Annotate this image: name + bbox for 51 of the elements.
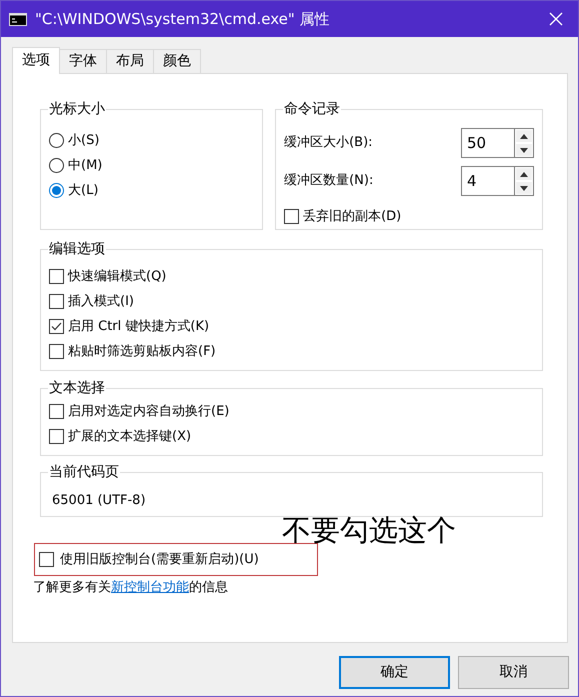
checkbox-label: 使用旧版控制台(需要重新启动)(U) [60,550,259,569]
checkbox[interactable] [49,294,64,309]
down-arrow-icon [520,148,528,152]
down-arrow-icon [520,186,528,190]
up-arrow-icon [520,134,528,138]
radio-label: 大(L) [68,182,98,200]
checkbox-label: 扩展的文本选择键(X) [68,428,192,446]
checkbox-label: 插入模式(I) [68,292,134,311]
tab[interactable]: 选项 [12,47,60,74]
radio-button[interactable] [49,183,64,198]
group-title: 编辑选项 [48,242,106,256]
spin-down-button[interactable] [516,182,532,194]
spin-up-button[interactable] [516,130,532,142]
checkbox-label: 粘贴时筛选剪贴板内容(F) [68,342,216,361]
field-label: 缓冲区数量(N): [284,172,374,190]
spin-up-button[interactable] [516,168,532,180]
close-icon [548,11,564,27]
number-field[interactable]: 50 [461,128,515,158]
info-text: 了解更多有关新控制台功能的信息 [33,579,229,597]
cancel-button[interactable]: 取消 [458,656,569,689]
tab[interactable]: 颜色 [153,49,201,73]
group-title: 文本选择 [48,381,106,395]
checkbox[interactable] [284,209,300,224]
radio-label: 小(S) [68,132,100,150]
group-title: 光标大小 [48,102,106,116]
up-arrow-icon [520,172,528,176]
checkbox[interactable] [49,319,64,334]
group-title: 命令记录 [283,102,342,116]
annotation-text: 不要勾选这个 [282,516,456,545]
radio-button[interactable] [49,158,64,173]
spin-down-button[interactable] [516,144,532,156]
checkbox-label: 启用对选定内容自动换行(E) [68,402,230,421]
radio-label: 中(M) [68,156,102,175]
checkbox[interactable] [39,552,54,567]
field-label: 缓冲区大小(B): [284,134,373,152]
close-button[interactable] [548,11,564,27]
console-icon [9,12,27,26]
ok-button[interactable]: 确定 [339,656,450,689]
checkbox-label: 快速编辑模式(Q) [68,268,166,286]
checkbox-label: 丢弃旧的副本(D) [303,208,402,226]
checkbox[interactable] [49,344,64,359]
code-page-value: 65001 (UTF-8) [51,492,147,510]
window-title: "C:\WINDOWS\system32\cmd.exe" 属性 [35,8,330,30]
number-field[interactable]: 4 [461,166,515,196]
checkbox-label: 启用 Ctrl 键快捷方式(K) [68,318,210,336]
link[interactable]: 新控制台功能 [111,580,189,595]
checkbox[interactable] [49,404,64,419]
checkbox[interactable] [49,269,64,284]
radio-button[interactable] [49,133,64,148]
checkbox[interactable] [49,429,64,444]
group-title: 当前代码页 [48,465,120,479]
